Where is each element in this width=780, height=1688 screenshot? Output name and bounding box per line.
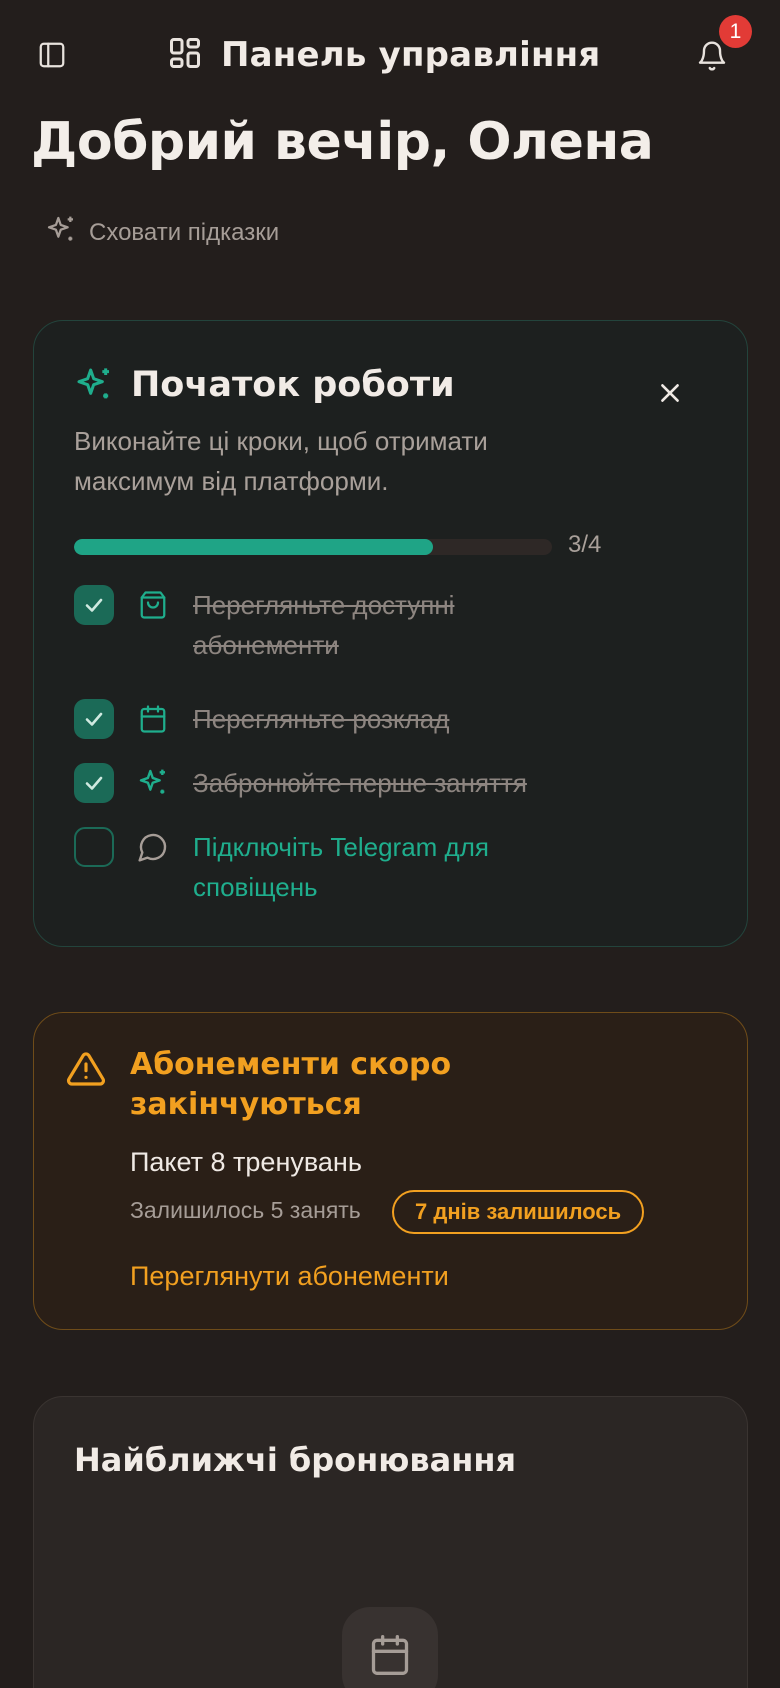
task-item-view-passes[interactable]: Перегляньте доступні абонементи	[74, 585, 573, 665]
checkbox-unchecked[interactable]	[74, 827, 114, 867]
task-item-book-first-class[interactable]: Забронюйте перше заняття	[74, 763, 573, 803]
getting-started-card: Початок роботи Виконайте ці кроки, щоб о…	[33, 320, 748, 947]
checkbox-checked[interactable]	[74, 763, 114, 803]
shopping-bag-icon	[133, 585, 173, 625]
sessions-left: Залишилось 5 занять	[130, 1197, 361, 1223]
sidebar-toggle-icon[interactable]	[35, 38, 69, 72]
expiring-title: Абонементи скоро закінчуються	[130, 1047, 452, 1122]
hide-hints-label: Сховати підказки	[89, 218, 280, 246]
sparkles-icon	[133, 763, 173, 803]
view-passes-link[interactable]: Переглянути абонементи	[130, 1261, 449, 1292]
task-label[interactable]: Підключіть Telegram для сповіщень	[193, 827, 573, 907]
task-label: Перегляньте доступні абонементи	[193, 590, 455, 660]
checkbox-checked[interactable]	[74, 585, 114, 625]
package-name: Пакет 8 тренувань	[130, 1147, 362, 1177]
dashboard-icon	[167, 35, 203, 76]
task-item-connect-telegram[interactable]: Підключіть Telegram для сповіщень	[74, 827, 573, 907]
progress-count: 3/4	[568, 531, 602, 558]
message-circle-icon	[133, 827, 173, 867]
close-icon[interactable]	[654, 377, 686, 409]
getting-started-title: Початок роботи	[131, 365, 455, 405]
top-bar: Панель управління 1	[0, 0, 780, 112]
upcoming-bookings-title: Найближчі бронювання	[74, 1441, 516, 1479]
task-item-view-schedule[interactable]: Перегляньте розклад	[74, 699, 573, 739]
days-left-badge: 7 днів залишилось	[392, 1190, 645, 1234]
expiring-passes-card: Абонементи скоро закінчуються Пакет 8 тр…	[33, 1012, 748, 1330]
calendar-icon	[342, 1607, 438, 1688]
progress-bar-fill	[74, 539, 433, 555]
notification-count-badge[interactable]: 1	[719, 15, 752, 48]
warning-triangle-icon	[66, 1049, 106, 1094]
hide-hints-button[interactable]: Сховати підказки	[45, 214, 279, 251]
header-title-group: Панель управління	[167, 34, 600, 76]
calendar-icon	[133, 699, 173, 739]
sparkles-icon	[74, 365, 114, 410]
page-title: Панель управління	[221, 35, 601, 75]
greeting-heading: Добрий вечір, Олена	[31, 112, 654, 172]
task-label: Забронюйте перше заняття	[193, 768, 527, 798]
checkbox-checked[interactable]	[74, 699, 114, 739]
getting-started-description: Виконайте ці кроки, щоб отримати максиму…	[74, 426, 488, 496]
upcoming-bookings-card: Найближчі бронювання	[33, 1396, 748, 1688]
sparkles-icon	[45, 214, 77, 251]
progress-bar	[74, 539, 552, 555]
task-label: Перегляньте розклад	[193, 704, 450, 734]
